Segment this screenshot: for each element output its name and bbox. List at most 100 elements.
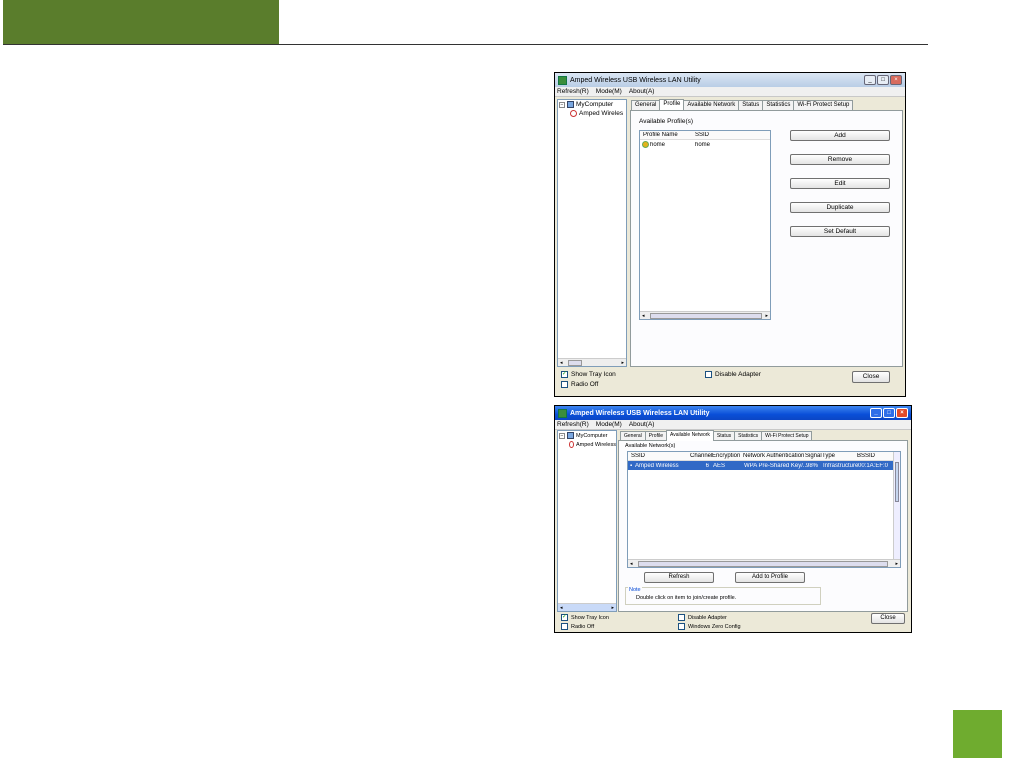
disable-adapter-checkbox[interactable]: Disable Adapter	[678, 614, 727, 621]
checkbox-box[interactable]	[678, 614, 685, 621]
network-list-header: SSID Channel Encryption Network Authenti…	[628, 452, 900, 461]
tab-general[interactable]: General	[631, 100, 661, 110]
column-encryption[interactable]: Encryption	[712, 453, 743, 459]
note-title: Note	[628, 587, 642, 593]
tree-horizontal-scrollbar[interactable]: ◂ ▸	[558, 603, 616, 611]
add-to-profile-button[interactable]: Add to Profile	[735, 572, 805, 583]
refresh-button[interactable]: Refresh	[644, 572, 714, 583]
duplicate-button[interactable]: Duplicate	[790, 202, 890, 213]
network-ssid: Amped Wireless	[635, 462, 679, 469]
checkbox-label: Show Tray Icon	[571, 614, 609, 621]
radio-off-checkbox[interactable]: Radio Off	[561, 381, 598, 388]
scroll-right-icon[interactable]: ▸	[621, 360, 624, 366]
screenshot-profile-window: Amped Wireless USB Wireless LAN Utility …	[554, 72, 906, 397]
windows-zero-config-checkbox[interactable]: Windows Zero Config	[678, 623, 741, 630]
available-profiles-label: Available Profile(s)	[639, 118, 694, 125]
tab-available-network[interactable]: Available Network	[665, 430, 714, 441]
column-profile-name[interactable]: Profile Name	[640, 132, 695, 138]
checkbox-label: Show Tray Icon	[571, 371, 616, 378]
scroll-right-icon[interactable]: ▸	[895, 561, 898, 567]
table-row[interactable]: ▪ Amped Wireless 6 AES WPA Pre-Shared Ke…	[628, 461, 893, 470]
show-tray-icon-checkbox[interactable]: ✓ Show Tray Icon	[561, 371, 616, 378]
scroll-left-icon[interactable]: ◂	[630, 561, 633, 567]
column-ssid[interactable]: SSID	[628, 453, 690, 459]
tree-item-label: Amped Wireles	[579, 110, 624, 117]
tab-status[interactable]: Status	[738, 100, 764, 110]
set-default-button[interactable]: Set Default	[790, 226, 890, 237]
network-list-vertical-scrollbar[interactable]	[893, 452, 900, 559]
menu-about[interactable]: About(A)	[629, 421, 655, 428]
add-button[interactable]: Add	[790, 130, 890, 141]
tree-item-mycomputer[interactable]: − MyComputer	[558, 100, 626, 109]
scroll-left-icon[interactable]: ◂	[560, 360, 563, 366]
checkbox-box[interactable]	[561, 623, 568, 630]
radio-off-checkbox[interactable]: Radio Off	[561, 623, 594, 630]
maximize-icon[interactable]: □	[877, 75, 889, 85]
utility-window-profile: Amped Wireless USB Wireless LAN Utility …	[555, 73, 905, 396]
network-list[interactable]: SSID Channel Encryption Network Authenti…	[627, 451, 901, 568]
device-tree: − MyComputer Amped Wireles ◂ ▸	[557, 99, 627, 367]
available-networks-label: Available Network(s)	[625, 443, 676, 449]
minimize-icon[interactable]: _	[864, 75, 876, 85]
column-signal[interactable]: Signal	[805, 453, 822, 459]
menu-refresh[interactable]: Refresh(R)	[557, 421, 589, 428]
scroll-thumb[interactable]	[895, 462, 899, 502]
scroll-thumb[interactable]	[568, 360, 582, 366]
menu-mode[interactable]: Mode(M)	[596, 88, 622, 95]
menu-about[interactable]: About(A)	[629, 88, 655, 95]
checkbox-box[interactable]: ✓	[561, 614, 568, 621]
tab-wps[interactable]: Wi-Fi Protect Setup	[793, 100, 854, 110]
minimize-icon[interactable]: _	[870, 408, 882, 418]
close-button[interactable]: Close	[871, 613, 905, 624]
collapse-icon[interactable]: −	[559, 432, 565, 439]
header-rule	[3, 44, 928, 45]
wireless-adapter-icon	[570, 110, 577, 117]
tab-profile[interactable]: Profile	[659, 99, 685, 110]
scroll-right-icon[interactable]: ▸	[765, 313, 768, 319]
note-text: Double click on item to join/create prof…	[636, 595, 737, 601]
tree-item-mycomputer[interactable]: − MyComputer	[558, 431, 616, 440]
scroll-left-icon[interactable]: ◂	[642, 313, 645, 319]
network-list-horizontal-scrollbar[interactable]: ◂ ▸	[628, 559, 900, 567]
close-icon[interactable]: ×	[896, 408, 908, 418]
menu-refresh[interactable]: Refresh(R)	[557, 88, 589, 95]
list-item[interactable]: home home	[640, 140, 770, 149]
profile-list[interactable]: Profile Name SSID home home ◂ ▸	[639, 130, 771, 320]
remove-button[interactable]: Remove	[790, 154, 890, 165]
close-icon[interactable]: ×	[890, 75, 902, 85]
profile-icon	[642, 141, 649, 148]
network-channel: 6	[705, 462, 709, 469]
column-bssid[interactable]: BSSID	[857, 453, 895, 459]
checkbox-box[interactable]	[705, 371, 712, 378]
scroll-thumb[interactable]	[638, 561, 888, 567]
profile-list-header: Profile Name SSID	[640, 131, 770, 140]
profile-list-scrollbar[interactable]: ◂ ▸	[640, 311, 770, 319]
column-network-authentication[interactable]: Network Authentication	[743, 453, 805, 459]
disable-adapter-checkbox[interactable]: Disable Adapter	[705, 371, 761, 378]
screenshot-available-network-window: Amped Wireless USB Wireless LAN Utility …	[554, 405, 912, 633]
scroll-left-icon[interactable]: ◂	[560, 605, 563, 611]
menu-mode[interactable]: Mode(M)	[596, 421, 622, 428]
column-type[interactable]: Type	[822, 453, 857, 459]
close-button[interactable]: Close	[852, 371, 890, 383]
menu-bar: Refresh(R) Mode(M) About(A)	[555, 87, 905, 97]
collapse-icon[interactable]: −	[559, 101, 565, 108]
tree-item-adapter[interactable]: Amped Wireless	[558, 440, 616, 449]
tab-statistics[interactable]: Statistics	[762, 100, 795, 110]
column-channel[interactable]: Channel	[690, 453, 712, 459]
column-ssid[interactable]: SSID	[695, 132, 755, 138]
scroll-right-icon[interactable]: ▸	[611, 605, 614, 611]
checkbox-box[interactable]	[678, 623, 685, 630]
app-icon	[558, 75, 567, 85]
tree-horizontal-scrollbar[interactable]: ◂ ▸	[558, 358, 626, 366]
maximize-icon[interactable]: □	[883, 408, 895, 418]
tree-item-adapter[interactable]: Amped Wireles	[558, 109, 626, 118]
scroll-thumb[interactable]	[650, 313, 762, 319]
checkbox-box[interactable]	[561, 381, 568, 388]
show-tray-icon-checkbox[interactable]: ✓ Show Tray Icon	[561, 614, 609, 621]
menu-bar: Refresh(R) Mode(M) About(A)	[555, 420, 911, 430]
tab-available-network[interactable]: Available Network	[683, 100, 740, 110]
edit-button[interactable]: Edit	[790, 178, 890, 189]
utility-window-network: Amped Wireless USB Wireless LAN Utility …	[555, 406, 911, 632]
checkbox-box[interactable]: ✓	[561, 371, 568, 378]
